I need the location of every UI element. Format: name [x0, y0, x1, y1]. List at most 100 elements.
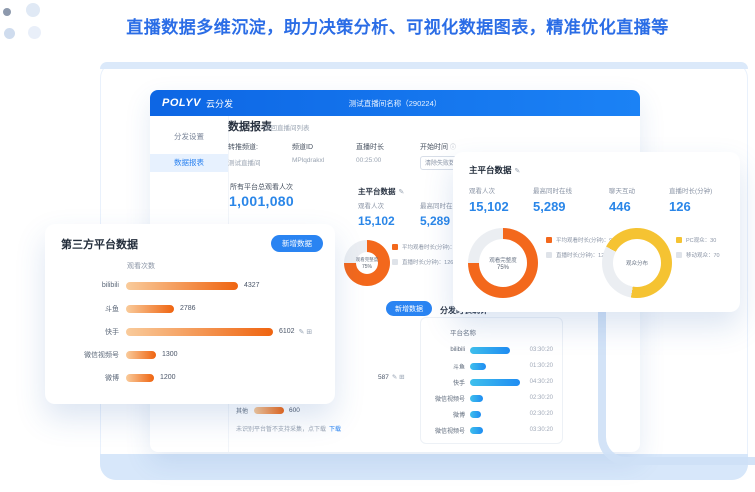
platform-label: 微信视频号	[49, 350, 119, 360]
canvas: 直播数据多维沉淀，助力决策分析、可视化数据图表，精准优化直播等 POLYV 云分…	[0, 0, 755, 492]
platform-label: 微信视频号	[425, 394, 465, 403]
legend-item: 移动观众：70	[676, 251, 720, 259]
unsupported-platform-note: 未识别平台暂不支持采集，点下载下载	[236, 424, 341, 433]
legend-swatch	[676, 237, 682, 243]
platform-label: 快手	[425, 378, 465, 387]
views-value: 6102	[279, 328, 295, 335]
duration-row: 微博 02:30:20	[425, 406, 553, 422]
audience-donut-legend: PC观众：30 移动观众：70	[676, 236, 720, 259]
duration-chart-header: 平台名称	[450, 327, 553, 337]
add-data-button[interactable]: 新增数据	[271, 235, 323, 252]
legend-swatch	[392, 259, 398, 265]
platform-label: bilibili	[425, 347, 465, 353]
sidebar-item-data-report[interactable]: 数据报表	[150, 154, 228, 172]
page-headline: 直播数据多维沉淀，助力决策分析、可视化数据图表，精准优化直播等	[40, 13, 755, 38]
main-platform-data-card: 主平台数据✎ 观看人次 15,102 最高同时在线 5,289 聊天互动 446…	[453, 152, 740, 312]
views-row: bilibili 4327	[45, 274, 335, 297]
legend-label: 直播时长(分钟)：126	[556, 251, 607, 259]
main-platform-section-title: 主平台数据✎	[358, 186, 404, 197]
stat-label: 观看人次	[358, 200, 420, 210]
info-field-label: 频道ID	[292, 142, 356, 152]
legend-item: 平均观看时长(分钟)：94	[392, 243, 461, 251]
views-value: 1300	[162, 351, 178, 358]
start-time-label: 开始时间	[420, 144, 448, 151]
stat: 聊天互动 446	[609, 185, 669, 214]
audience-donut-chart: 观众分布	[602, 228, 672, 298]
duration-value: 01:30:20	[530, 363, 553, 369]
card-header: 第三方平台数据 新增数据	[45, 224, 335, 252]
info-field: 频道ID MPlqdrakxl	[292, 142, 356, 170]
duration-row: 微信视频号 03:30:20	[425, 422, 553, 438]
add-data-button[interactable]: 新增数据	[386, 301, 432, 316]
duration-bar	[470, 395, 483, 402]
card-title: 主平台数据✎	[453, 152, 740, 176]
stat: 最高同时在线 5,289	[533, 185, 609, 214]
views-row: 快手 6102 ✎ ⊞	[45, 320, 335, 343]
donut-center-label: 观众分布	[602, 228, 672, 298]
views-bar	[126, 351, 156, 359]
views-row: 斗鱼 2786	[45, 297, 335, 320]
duration-bar	[470, 411, 481, 418]
third-party-data-card: 第三方平台数据 新增数据 观看次数 bilibili 4327 斗鱼 2786	[45, 224, 335, 404]
duration-value: 03:30:20	[530, 347, 553, 353]
legend-swatch	[546, 252, 552, 258]
sidebar-item-distribution-settings[interactable]: 分发设置	[150, 129, 228, 145]
platform-stats: 观看人次 15,102 最高同时在线 5,289 聊天互动 446 直播时长(分…	[453, 176, 740, 214]
donut-center-label: 观看完整度 75%	[344, 240, 390, 286]
stat-value: 15,102	[358, 214, 420, 228]
legend-label: 移动观众：70	[686, 251, 720, 259]
views-value: 1200	[160, 374, 176, 381]
platform-label: 微信视频号	[425, 426, 465, 435]
hidden-chart-value-fragment: 587✎ ⊞	[378, 373, 405, 381]
duration-row: 斗鱼 01:30:20	[425, 358, 553, 374]
duration-bar	[470, 347, 510, 354]
duration-row: 微信视频号 02:30:20	[425, 390, 553, 406]
views-value: 2786	[180, 305, 196, 312]
duration-value: 02:30:20	[530, 395, 553, 401]
views-chart-rows: bilibili 4327 斗鱼 2786 快手 6102 ✎ ⊞	[45, 274, 335, 389]
row-value: 600	[289, 407, 300, 414]
decor-rounded-bracket	[598, 305, 755, 465]
info-field-value: 00:25:00	[356, 157, 420, 164]
edit-icon[interactable]: ✎	[399, 189, 405, 196]
platform-label: 微博	[49, 373, 119, 383]
decor-dot	[3, 8, 11, 16]
edit-and-add-icons[interactable]: ✎ ⊞	[299, 328, 313, 336]
total-views-value: 1,001,080	[229, 193, 294, 209]
legend-label: PC观众：30	[686, 236, 716, 244]
donut-center-label: 观看完整度 75%	[468, 228, 538, 298]
platform-label: 快手	[49, 327, 119, 337]
duration-value: 04:30:20	[530, 379, 553, 385]
edit-and-add-icons[interactable]: ✎ ⊞	[392, 374, 405, 381]
duration-value: 03:30:20	[530, 427, 553, 433]
duration-chart-panel: 平台名称 bilibili 03:30:20 斗鱼 01:30:20	[420, 317, 563, 444]
duration-value: 02:30:20	[530, 411, 553, 417]
info-field: 转推频道: 测试直播间	[228, 142, 292, 170]
info-field-value: MPlqdrakxl	[292, 157, 356, 164]
completion-donut-chart: 观看完整度 75%	[344, 240, 390, 286]
views-row: 微信视频号 1300	[45, 343, 335, 366]
legend-item: PC观众：30	[676, 236, 720, 244]
completion-donut-legend: 平均观看时长(分钟)：94 直播时长(分钟)：126	[392, 243, 461, 266]
decor-dot	[4, 28, 15, 39]
completion-donut-chart: 观看完整度 75%	[468, 228, 538, 298]
download-link[interactable]: 下载	[329, 427, 341, 433]
views-bar	[126, 328, 273, 336]
window-header: POLYV 云分发 测试直播间名称（290224）	[150, 90, 640, 116]
info-icon: ⓘ	[450, 145, 456, 151]
polyv-logo: POLYV	[162, 97, 201, 109]
views-value: 4327	[244, 282, 260, 289]
duration-bar	[470, 427, 483, 434]
product-name: 云分发	[206, 97, 233, 110]
back-link[interactable]: ‹ 返回直播间列表	[260, 122, 309, 132]
total-views-label: 所有平台总观看人次	[230, 182, 293, 192]
views-bar	[254, 407, 284, 414]
duration-row: 快手 04:30:20	[425, 374, 553, 390]
edit-icon[interactable]: ✎	[515, 168, 521, 175]
hidden-chart-row-fragment: 其他 600	[236, 406, 300, 415]
stat: 直播时长(分钟) 126	[669, 185, 745, 214]
platform-label: 微博	[425, 410, 465, 419]
views-chart-header: 观看次数	[127, 261, 335, 271]
platform-label: 斗鱼	[49, 304, 119, 314]
info-field-label: 转推频道:	[228, 142, 292, 152]
